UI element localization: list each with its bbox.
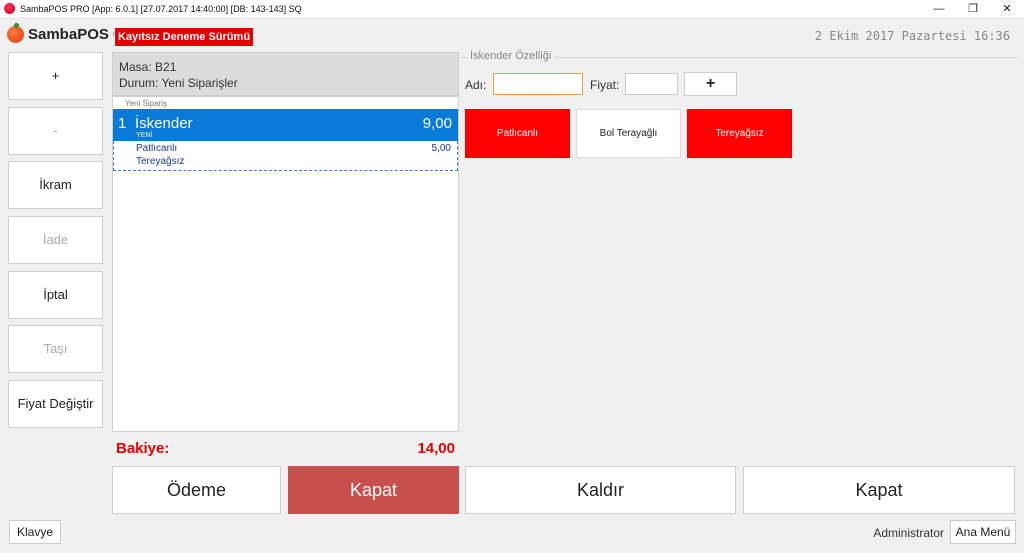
balance-value: 14,00 bbox=[417, 440, 455, 457]
brand-logo: SambaPOS 6 bbox=[7, 26, 121, 43]
change-price-button[interactable]: Fiyat Değiştir bbox=[8, 380, 103, 428]
order-row[interactable]: 1 İskender 9,00 YENİ bbox=[113, 109, 458, 141]
decrease-quantity-button[interactable]: - bbox=[8, 107, 103, 155]
tag-button-tereyagsiz[interactable]: Tereyağsız bbox=[687, 109, 792, 158]
order-tags: Patlıcanlı 5,00 Tereyağsız bbox=[113, 141, 458, 171]
brand-name: SambaPOS 6 bbox=[28, 26, 122, 43]
order-state: YENİ bbox=[136, 132, 153, 139]
increase-quantity-button[interactable]: + bbox=[8, 52, 103, 100]
balance-label: Bakiye: bbox=[116, 440, 170, 457]
price-input[interactable] bbox=[625, 73, 678, 95]
ticket-header: Masa: B21 Durum: Yeni Siparişler bbox=[112, 52, 459, 96]
tag-button-patlicanli[interactable]: Patlıcanlı bbox=[465, 109, 570, 158]
ticket-orders: Yeni Sipariş 1 İskender 9,00 YENİ Patlıc… bbox=[112, 96, 459, 432]
remove-button[interactable]: Kaldır bbox=[465, 466, 736, 514]
order-price: 9,00 bbox=[422, 115, 452, 132]
restore-button[interactable]: ❐ bbox=[956, 0, 990, 17]
close-ticket-button[interactable]: Kapat bbox=[288, 466, 459, 514]
main-menu-button[interactable]: Ana Menü bbox=[950, 520, 1016, 544]
cancel-button[interactable]: İptal bbox=[8, 271, 103, 319]
title-bar: SambaPOS PRO [App: 6.0.1] [27.07.2017 14… bbox=[0, 0, 1024, 17]
order-group-label: Yeni Sipariş bbox=[125, 99, 167, 108]
order-tag: Patlıcanlı bbox=[136, 143, 178, 154]
order-quantity: 1 bbox=[118, 115, 127, 132]
window-controls: — ❐ ✕ bbox=[922, 0, 1024, 17]
move-button[interactable]: Taşı bbox=[8, 325, 103, 373]
ticket-table: Masa: B21 bbox=[119, 60, 177, 74]
return-button[interactable]: İade bbox=[8, 216, 103, 264]
close-button[interactable]: Kapat bbox=[743, 466, 1015, 514]
window-title: SambaPOS PRO [App: 6.0.1] [27.07.2017 14… bbox=[20, 3, 302, 14]
tomato-icon bbox=[7, 26, 24, 43]
user-name: Administrator bbox=[873, 526, 944, 540]
gift-button[interactable]: İkram bbox=[8, 161, 103, 209]
app-icon bbox=[4, 3, 15, 14]
name-label: Adı: bbox=[465, 78, 487, 92]
minimize-button[interactable]: — bbox=[922, 0, 956, 17]
trial-badge: Kayıtsız Deneme Sürümü bbox=[114, 27, 255, 47]
properties-title: İskender Özelliği bbox=[467, 50, 555, 62]
payment-button[interactable]: Ödeme bbox=[112, 466, 281, 514]
order-tag: Tereyağsız bbox=[136, 156, 185, 167]
name-input[interactable] bbox=[493, 73, 583, 95]
date-time: 2 Ekim 2017 Pazartesi 16:36 bbox=[814, 29, 1010, 43]
ticket-status: Durum: Yeni Siparişler bbox=[119, 76, 238, 90]
close-window-button[interactable]: ✕ bbox=[990, 0, 1024, 17]
price-label: Fiyat: bbox=[590, 78, 620, 92]
app-header: SambaPOS 6 Kayıtsız Deneme Sürümü 2 Ekim… bbox=[0, 22, 1024, 50]
add-property-button[interactable]: + bbox=[684, 72, 737, 96]
order-tag-price: 5,00 bbox=[431, 143, 451, 154]
order-name: İskender bbox=[135, 115, 193, 132]
tag-button-bol-terayagli[interactable]: Bol Terayağlı bbox=[576, 109, 681, 158]
keyboard-button[interactable]: Klavye bbox=[9, 520, 61, 544]
